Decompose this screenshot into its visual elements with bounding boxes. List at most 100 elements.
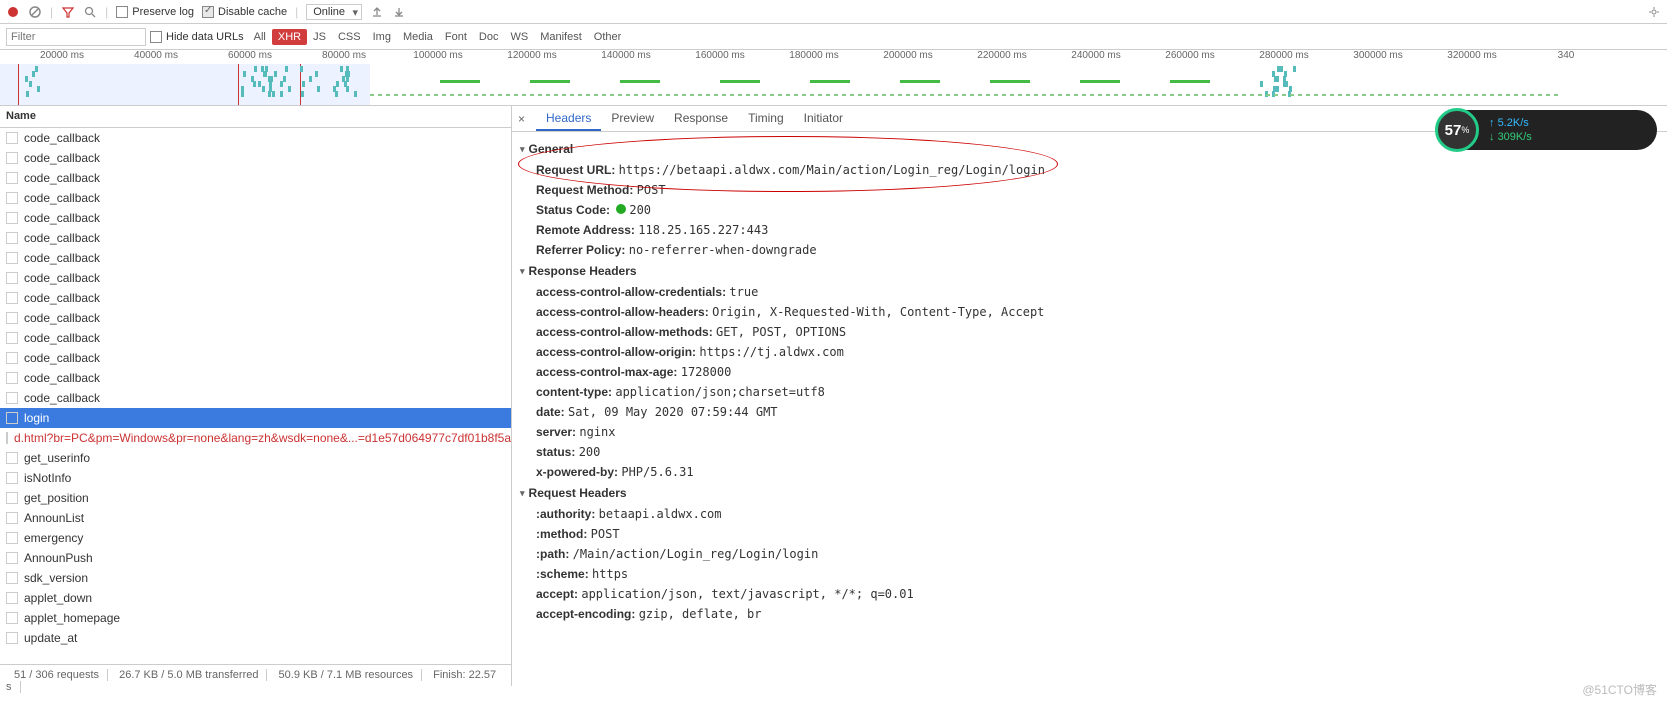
- request-row[interactable]: d.html?br=PC&pm=Windows&pr=none&lang=zh&…: [0, 428, 511, 448]
- request-row[interactable]: get_position: [0, 488, 511, 508]
- request-row[interactable]: code_callback: [0, 148, 511, 168]
- request-row[interactable]: code_callback: [0, 328, 511, 348]
- request-row[interactable]: code_callback: [0, 288, 511, 308]
- search-icon[interactable]: [83, 5, 97, 19]
- filter-type-xhr[interactable]: XHR: [272, 29, 307, 45]
- request-row[interactable]: code_callback: [0, 248, 511, 268]
- timeline-tick: 220000 ms: [977, 50, 1026, 61]
- network-timeline[interactable]: 20000 ms40000 ms60000 ms80000 ms100000 m…: [0, 50, 1667, 106]
- request-name: code_callback: [24, 211, 100, 225]
- request-row[interactable]: code_callback: [0, 188, 511, 208]
- request-row[interactable]: sdk_version: [0, 568, 511, 588]
- filter-type-ws[interactable]: WS: [504, 29, 534, 45]
- file-icon: [6, 272, 18, 284]
- header-kv: :scheme: https: [520, 564, 1659, 584]
- timeline-tick: 260000 ms: [1165, 50, 1214, 61]
- section-header[interactable]: Response Headers: [520, 260, 1659, 282]
- filter-type-img[interactable]: Img: [367, 29, 397, 45]
- download-icon[interactable]: [392, 5, 406, 19]
- timeline-tick: 40000 ms: [134, 50, 178, 61]
- request-row[interactable]: AnnounList: [0, 508, 511, 528]
- upload-icon[interactable]: [370, 5, 384, 19]
- filter-type-all[interactable]: All: [248, 29, 272, 45]
- request-row[interactable]: code_callback: [0, 308, 511, 328]
- file-icon: [6, 292, 18, 304]
- request-row[interactable]: isNotInfo: [0, 468, 511, 488]
- filter-type-css[interactable]: CSS: [332, 29, 367, 45]
- file-icon: [6, 212, 18, 224]
- request-row[interactable]: applet_homepage: [0, 608, 511, 628]
- request-name: get_position: [24, 491, 89, 505]
- request-row[interactable]: emergency: [0, 528, 511, 548]
- filter-icon[interactable]: [61, 5, 75, 19]
- request-row[interactable]: code_callback: [0, 348, 511, 368]
- request-row[interactable]: code_callback: [0, 228, 511, 248]
- header-kv: Status Code: 200: [520, 200, 1659, 220]
- timeline-tick: 300000 ms: [1353, 50, 1402, 61]
- header-kv: access-control-allow-headers: Origin, X-…: [520, 302, 1659, 322]
- timeline-tick: 80000 ms: [322, 50, 366, 61]
- tab-headers[interactable]: Headers: [536, 107, 601, 131]
- name-column-header[interactable]: Name: [0, 106, 511, 128]
- disable-cache-toggle[interactable]: Disable cache: [202, 6, 287, 18]
- request-name: emergency: [24, 531, 83, 545]
- request-name: sdk_version: [24, 571, 88, 585]
- header-kv: access-control-max-age: 1728000: [520, 362, 1659, 382]
- tab-timing[interactable]: Timing: [738, 107, 794, 131]
- request-name: code_callback: [24, 231, 100, 245]
- request-name: code_callback: [24, 391, 100, 405]
- settings-icon[interactable]: [1647, 5, 1661, 19]
- file-icon: [6, 552, 18, 564]
- request-name: get_userinfo: [24, 451, 90, 465]
- request-name: code_callback: [24, 251, 100, 265]
- request-row[interactable]: code_callback: [0, 388, 511, 408]
- request-row[interactable]: login: [0, 408, 511, 428]
- request-name: code_callback: [24, 151, 100, 165]
- tab-preview[interactable]: Preview: [601, 107, 664, 131]
- header-kv: access-control-allow-origin: https://tj.…: [520, 342, 1659, 362]
- header-kv: access-control-allow-methods: GET, POST,…: [520, 322, 1659, 342]
- request-row[interactable]: applet_down: [0, 588, 511, 608]
- request-list[interactable]: code_callbackcode_callbackcode_callbackc…: [0, 128, 511, 664]
- filter-type-doc[interactable]: Doc: [473, 29, 505, 45]
- request-row[interactable]: code_callback: [0, 128, 511, 148]
- filter-input[interactable]: [6, 28, 146, 46]
- headers-detail[interactable]: GeneralRequest URL: https://betaapi.aldw…: [512, 132, 1667, 686]
- request-row[interactable]: code_callback: [0, 168, 511, 188]
- throttle-select[interactable]: Online: [306, 4, 362, 20]
- header-kv: accept-encoding: gzip, deflate, br: [520, 604, 1659, 624]
- header-kv: Request URL: https://betaapi.aldwx.com/M…: [520, 160, 1659, 180]
- request-row[interactable]: get_userinfo: [0, 448, 511, 468]
- request-name: code_callback: [24, 271, 100, 285]
- clear-icon[interactable]: [28, 5, 42, 19]
- file-icon: [6, 492, 18, 504]
- record-icon[interactable]: [6, 5, 20, 19]
- request-row[interactable]: code_callback: [0, 368, 511, 388]
- request-row[interactable]: code_callback: [0, 208, 511, 228]
- preserve-log-toggle[interactable]: Preserve log: [116, 6, 194, 18]
- request-row[interactable]: code_callback: [0, 268, 511, 288]
- header-kv: accept: application/json, text/javascrip…: [520, 584, 1659, 604]
- file-icon: [6, 612, 18, 624]
- file-icon: [6, 332, 18, 344]
- timeline-tick: 20000 ms: [40, 50, 84, 61]
- file-icon: [6, 192, 18, 204]
- filter-type-other[interactable]: Other: [588, 29, 628, 45]
- filter-type-manifest[interactable]: Manifest: [534, 29, 588, 45]
- header-kv: Remote Address: 118.25.165.227:443: [520, 220, 1659, 240]
- request-row[interactable]: update_at: [0, 628, 511, 648]
- close-icon[interactable]: ×: [518, 112, 534, 126]
- file-icon: [6, 592, 18, 604]
- request-name: d.html?br=PC&pm=Windows&pr=none&lang=zh&…: [14, 431, 511, 445]
- network-status-bar: 51 / 306 requests 26.7 KB / 5.0 MB trans…: [0, 664, 511, 686]
- filter-type-media[interactable]: Media: [397, 29, 439, 45]
- tab-initiator[interactable]: Initiator: [794, 107, 853, 131]
- filter-type-js[interactable]: JS: [307, 29, 332, 45]
- filter-type-font[interactable]: Font: [439, 29, 473, 45]
- detail-panel: × HeadersPreviewResponseTimingInitiator …: [512, 106, 1667, 686]
- hide-data-urls-toggle[interactable]: Hide data URLs: [150, 31, 244, 43]
- tab-response[interactable]: Response: [664, 107, 738, 131]
- request-row[interactable]: AnnounPush: [0, 548, 511, 568]
- section-header[interactable]: Request Headers: [520, 482, 1659, 504]
- file-icon: [6, 532, 18, 544]
